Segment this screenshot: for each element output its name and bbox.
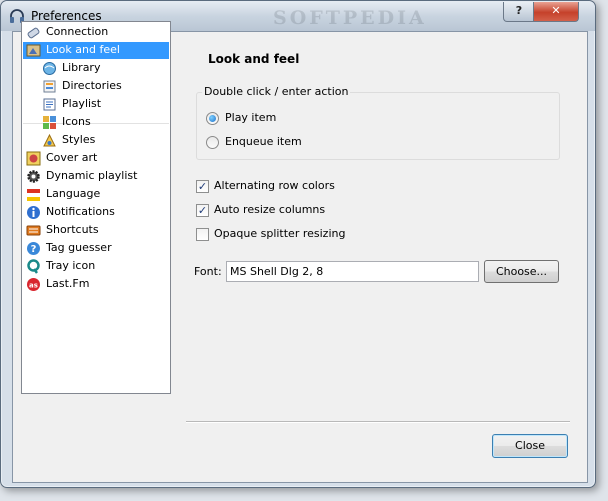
sidebar-item-cover-art[interactable]: Cover art [23, 150, 169, 167]
sidebar-item-label: Shortcuts [46, 223, 99, 236]
enqueue-item-label[interactable]: Enqueue item [225, 135, 302, 148]
sidebar-item-icons[interactable]: Icons [23, 114, 169, 131]
sidebar-item-label: Playlist [62, 97, 102, 110]
cover-art-icon [26, 151, 41, 166]
close-button[interactable]: Close [492, 434, 568, 458]
section-title: Look and feel [208, 52, 300, 66]
sidebar-item-playlist[interactable]: Playlist [23, 96, 169, 113]
look-and-feel-icon [26, 44, 41, 57]
choose-font-button[interactable]: Choose... [484, 260, 559, 283]
alternating-row-colors-label[interactable]: Alternating row colors [214, 179, 335, 192]
sidebar-item-dynamic-playlist[interactable]: Dynamic playlist [23, 168, 169, 185]
sidebar-item-label: Notifications [46, 205, 115, 218]
enqueue-item-radio[interactable] [206, 136, 219, 149]
auto-resize-columns-checkbox[interactable]: ✓ [196, 204, 209, 217]
opaque-splitter-label[interactable]: Opaque splitter resizing [214, 227, 345, 240]
svg-text:?: ? [31, 244, 37, 255]
sidebar-item-library[interactable]: Library [23, 60, 169, 77]
svg-text:as: as [29, 282, 38, 290]
opaque-splitter-checkbox[interactable] [196, 228, 209, 241]
double-click-group [196, 92, 560, 160]
directories-icon [43, 80, 56, 93]
preferences-window: Preferences SOFTPEDIA ? ✕ Connection Look… [0, 0, 596, 488]
sidebar-item-label: Tag guesser [46, 241, 112, 254]
sidebar-item-look-and-feel[interactable]: Look and feel [23, 42, 169, 59]
sidebar-item-tag-guesser[interactable]: ? Tag guesser [23, 240, 169, 257]
auto-resize-columns-label[interactable]: Auto resize columns [214, 203, 325, 216]
window-close-button[interactable]: ✕ [533, 2, 579, 22]
font-field[interactable]: MS Shell Dlg 2, 8 [226, 261, 479, 282]
sidebar-item-label: Dynamic playlist [46, 169, 138, 182]
help-icon: ? [27, 242, 40, 255]
sidebar-item-label: Icons [62, 115, 91, 128]
font-label: Font: [194, 265, 222, 278]
flag-icon [27, 189, 40, 201]
sidebar-item-styles[interactable]: Styles [23, 132, 169, 149]
styles-icon [43, 133, 56, 147]
sidebar-item-label: Last.Fm [46, 277, 90, 290]
info-icon [27, 206, 40, 219]
sidebar-item-label: Library [62, 61, 101, 74]
connection-icon [27, 27, 40, 39]
sidebar-item-language[interactable]: Language [23, 186, 169, 203]
sidebar-item-label: Directories [62, 79, 122, 92]
gear-icon [27, 170, 40, 183]
sidebar-item-connection[interactable]: Connection [23, 24, 169, 41]
play-item-radio[interactable] [206, 112, 219, 125]
alternating-row-colors-checkbox[interactable]: ✓ [196, 180, 209, 193]
playlist-icon [43, 98, 56, 111]
help-button[interactable]: ? [503, 2, 535, 22]
icons-icon [43, 116, 56, 129]
sidebar-item-label: Connection [46, 25, 109, 38]
sidebar-item-label: Language [46, 187, 101, 200]
keyboard-icon [26, 225, 41, 236]
library-icon [43, 62, 56, 75]
watermark: SOFTPEDIA [273, 7, 427, 29]
sidebar-item-tray-icon[interactable]: Tray icon [23, 258, 169, 275]
sidebar-item-label: Cover art [46, 151, 98, 164]
sidebar-item-last-fm[interactable]: as Last.Fm [23, 276, 169, 293]
lastfm-icon: as [27, 278, 40, 291]
sidebar-item-directories[interactable]: Directories [23, 78, 169, 95]
sidebar-item-label: Tray icon [46, 259, 96, 272]
double-click-legend: Double click / enter action [202, 85, 351, 98]
sidebar-item-shortcuts[interactable]: Shortcuts [23, 222, 169, 239]
sidebar-item-notifications[interactable]: Notifications [23, 204, 169, 221]
sidebar-item-label: Styles [62, 133, 96, 146]
play-item-label[interactable]: Play item [225, 111, 276, 124]
preferences-sidebar: Connection Look and feel Library Directorie… [21, 21, 171, 394]
sidebar-item-label: Look and feel [46, 43, 120, 56]
footer-separator [186, 421, 570, 423]
tray-icon [27, 259, 40, 274]
